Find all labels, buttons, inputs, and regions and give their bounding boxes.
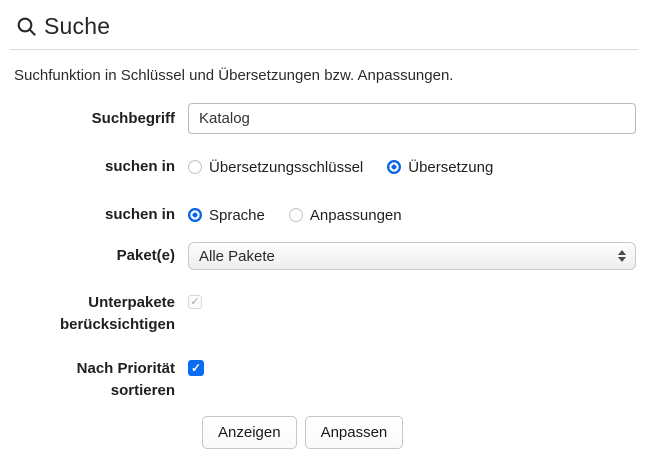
prioritaet-label-line2: sortieren [110, 382, 175, 399]
anpassen-button[interactable]: Anpassen [304, 416, 404, 449]
radio-label[interactable]: Übersetzung [408, 159, 493, 176]
suchbegriff-label: Suchbegriff [91, 109, 175, 127]
radio-label[interactable]: Übersetzungsschlüssel [209, 159, 363, 176]
anzeigen-button[interactable]: Anzeigen [202, 416, 297, 449]
radio-on-icon[interactable] [188, 208, 202, 222]
pakete-select-value: Alle Pakete [199, 247, 275, 265]
search-icon [16, 16, 37, 37]
radio-label[interactable]: Sprache [209, 207, 265, 224]
prioritaet-label-line1: Nach Priorität [76, 360, 175, 377]
unterpakete-checkbox: ✓ [188, 295, 202, 309]
radio-anpassungen[interactable]: Anpassungen [288, 207, 402, 224]
radio-uebersetzungsschluessel[interactable]: Übersetzungsschlüssel [188, 159, 363, 176]
button-row: Anzeigen Anpassen [14, 416, 636, 449]
unterpakete-label-line1: Unterpakete [88, 294, 175, 311]
suchen-in-2-label: suchen in [104, 206, 175, 223]
row-unterpakete: Unterpakete berücksichtigen ✓ [14, 292, 636, 336]
arrow-up-icon [618, 250, 626, 255]
radio-uebersetzung[interactable]: Übersetzung [387, 159, 493, 176]
suchbegriff-input[interactable] [188, 103, 636, 134]
row-suchbegriff: Suchbegriff [14, 103, 636, 134]
unterpakete-label-line2: berücksichtigen [59, 316, 175, 333]
row-suchen-in-1: suchen in Übersetzungsschlüssel Übersetz… [14, 156, 636, 178]
row-pakete: Paket(e) Alle Pakete [14, 242, 636, 270]
radio-label[interactable]: Anpassungen [310, 207, 402, 224]
radio-sprache[interactable]: Sprache [188, 207, 265, 224]
prioritaet-label: Nach Priorität sortieren [14, 358, 175, 402]
suchen-in-1-label: suchen in [104, 158, 175, 175]
radio-off-icon[interactable] [188, 160, 202, 174]
radio-off-icon[interactable] [288, 208, 303, 222]
row-suchen-in-2: suchen in Sprache Anpassungen [14, 204, 636, 226]
radio-on-icon[interactable] [387, 160, 402, 174]
pakete-select[interactable]: Alle Pakete [188, 242, 636, 270]
arrow-down-icon [618, 257, 626, 262]
prioritaet-checkbox[interactable]: ✓ [188, 360, 204, 376]
page-header: Suche [0, 0, 648, 40]
page-description: Suchfunktion in Schlüssel und Übersetzun… [14, 67, 454, 84]
search-form: Suchbegriff suchen in Übersetzungsschlüs… [0, 103, 648, 449]
header-divider [10, 49, 638, 50]
pakete-label: Paket(e) [116, 247, 175, 264]
row-prioritaet: Nach Priorität sortieren ✓ [14, 358, 636, 402]
unterpakete-label: Unterpakete berücksichtigen [14, 292, 175, 336]
page-title: Suche [44, 13, 111, 39]
select-spinner-icon [618, 250, 626, 262]
